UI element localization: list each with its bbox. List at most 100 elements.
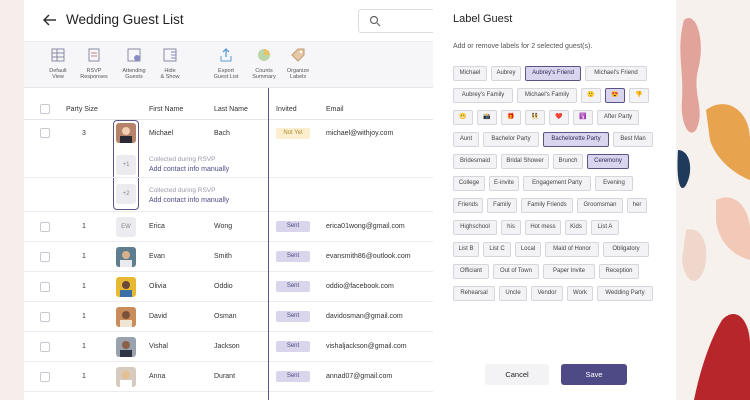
label-chip[interactable]: Michael — [453, 66, 487, 81]
row-checkbox[interactable] — [40, 312, 50, 322]
label-chip[interactable]: E-invite — [489, 176, 519, 191]
avatar — [116, 247, 136, 267]
label-chip[interactable]: Local — [515, 242, 541, 257]
label-chip[interactable]: College — [453, 176, 485, 191]
label-chip[interactable]: List B — [453, 242, 479, 257]
label-chip[interactable]: 🎁 — [501, 110, 521, 125]
label-chip[interactable]: Aubrey's Friend — [525, 66, 581, 81]
label-chip[interactable]: Family Friends — [521, 198, 573, 213]
column-header: Email — [326, 106, 344, 113]
table-row[interactable]: 1 Anna Durant Sent annad07@gmail.com — [24, 362, 433, 392]
table-row[interactable]: 3 Michael Bach Not Yet michael@withjoy.c… — [24, 120, 433, 212]
label-chip[interactable]: 📸 — [477, 110, 497, 125]
label-chip[interactable]: Michael's Friend — [585, 66, 647, 81]
label-chip[interactable]: Rehearsal — [453, 286, 495, 301]
label-chip[interactable]: her — [627, 198, 647, 213]
email: vishaljackson@gmail.com — [326, 343, 407, 350]
label-chip[interactable]: Bridesmaid — [453, 154, 497, 169]
label-chip[interactable]: Vendor — [531, 286, 563, 301]
label-chip[interactable]: Evening — [595, 176, 633, 191]
label-chip[interactable]: 👎 — [629, 88, 649, 103]
label-chip[interactable]: his — [501, 220, 521, 235]
label-chip[interactable]: Bachelor Party — [483, 132, 539, 147]
label-chip[interactable]: Officiant — [453, 264, 489, 279]
rsvp-responses-button[interactable]: RSVP Responses — [72, 47, 116, 81]
search-input[interactable] — [358, 9, 433, 33]
organize-labels-button[interactable]: Organize Labels — [276, 47, 320, 81]
first-name: David — [149, 313, 167, 320]
app-edge — [0, 0, 24, 400]
label-chip[interactable]: Highschool — [453, 220, 497, 235]
label-chip[interactable]: 🙂 — [581, 88, 601, 103]
label-chip[interactable]: After Party — [597, 110, 639, 125]
add-contact-link[interactable]: Add contact info manually — [149, 166, 229, 173]
label-chip[interactable]: 😍 — [605, 88, 625, 103]
guest-list-app: Wedding Guest List Default View RSVP Respo… — [0, 0, 433, 400]
cancel-button[interactable]: Cancel — [485, 364, 549, 385]
table-header: Party Size First Name Last Name Invited … — [24, 88, 433, 120]
status-badge: Sent — [276, 371, 310, 382]
last-name: Bach — [214, 130, 230, 137]
table-row[interactable]: 1 Vishal Jackson Sent vishaljackson@gmai… — [24, 332, 433, 362]
first-name: Vishal — [149, 343, 168, 350]
label-chip[interactable]: Family — [487, 198, 517, 213]
table-row[interactable]: 1 David Osman Sent davidosman@gmail.com — [24, 302, 433, 332]
label-chip[interactable]: Bridal Shower — [501, 154, 549, 169]
row-checkbox[interactable] — [40, 372, 50, 382]
label-chip[interactable]: 🛐 — [573, 110, 593, 125]
label-chip[interactable]: Groomsman — [577, 198, 623, 213]
label-chip[interactable]: Friends — [453, 198, 483, 213]
collected-note: Collected during RSVP — [149, 187, 216, 194]
label-chip[interactable]: Kids — [565, 220, 587, 235]
row-checkbox[interactable] — [40, 282, 50, 292]
label-chip[interactable]: Obligatory — [603, 242, 649, 257]
label-chip[interactable]: Ceremony — [587, 154, 629, 169]
label-chip[interactable]: List C — [483, 242, 511, 257]
row-checkbox[interactable] — [40, 252, 50, 262]
back-arrow-icon[interactable] — [42, 12, 58, 28]
save-button[interactable]: Save — [561, 364, 627, 385]
email: annad07@gmail.com — [326, 373, 393, 380]
label-chip[interactable]: ❤️ — [549, 110, 569, 125]
label-chip[interactable]: 👯 — [525, 110, 545, 125]
label-chip[interactable]: Uncle — [499, 286, 527, 301]
label-chip[interactable]: 😬 — [453, 110, 473, 125]
label-chip[interactable]: Aubrey's Family — [453, 88, 513, 103]
column-header: Last Name — [214, 106, 248, 113]
row-checkbox[interactable] — [40, 222, 50, 232]
table-row[interactable]: 1 EW Erica Wong Sent erica01wong@gmail.c… — [24, 212, 433, 242]
party-size: 1 — [82, 313, 86, 320]
first-name: Olivia — [149, 283, 167, 290]
toolbar: Default View RSVP Responses Attending Guest… — [24, 42, 433, 88]
hide-show-button[interactable]: Hide & Show — [148, 47, 192, 81]
status-badge: Sent — [276, 311, 310, 322]
label-chip[interactable]: Paper Invite — [543, 264, 595, 279]
label-chip[interactable]: Out of Town — [493, 264, 539, 279]
table-row[interactable]: 1 Olivia Oddio Sent oddio@facebook.com — [24, 272, 433, 302]
avatar — [116, 277, 136, 297]
label-chip[interactable]: Engagement Party — [523, 176, 591, 191]
label-chip[interactable]: Michael's Family — [517, 88, 577, 103]
label-chip[interactable]: Reception — [599, 264, 639, 279]
label-chip[interactable]: Aubrey — [491, 66, 521, 81]
last-name: Jackson — [214, 343, 240, 350]
label-chip[interactable]: Bachelorette Party — [543, 132, 609, 147]
label-chip[interactable]: Brunch — [553, 154, 583, 169]
avatar — [116, 123, 136, 143]
label-chip-list: Michael Aubrey Aubrey's Friend Michael's Fr… — [453, 66, 665, 316]
first-name: Anna — [149, 373, 166, 380]
first-name: Michael — [149, 130, 174, 137]
party-size: 1 — [82, 253, 86, 260]
label-chip[interactable]: Best Man — [613, 132, 653, 147]
label-chip[interactable]: Hot mess — [525, 220, 561, 235]
row-checkbox[interactable] — [40, 342, 50, 352]
row-checkbox[interactable] — [40, 128, 50, 138]
label-chip[interactable]: Maid of Honor — [545, 242, 599, 257]
label-chip[interactable]: Aunt — [453, 132, 479, 147]
table-row[interactable]: 1 Evan Smith Sent evansmith86@outlook.co… — [24, 242, 433, 272]
label-chip[interactable]: Wedding Party — [597, 286, 653, 301]
label-chip[interactable]: List A — [591, 220, 619, 235]
add-contact-link[interactable]: Add contact info manually — [149, 197, 229, 204]
select-all-checkbox[interactable] — [40, 104, 50, 114]
label-chip[interactable]: Work — [567, 286, 593, 301]
